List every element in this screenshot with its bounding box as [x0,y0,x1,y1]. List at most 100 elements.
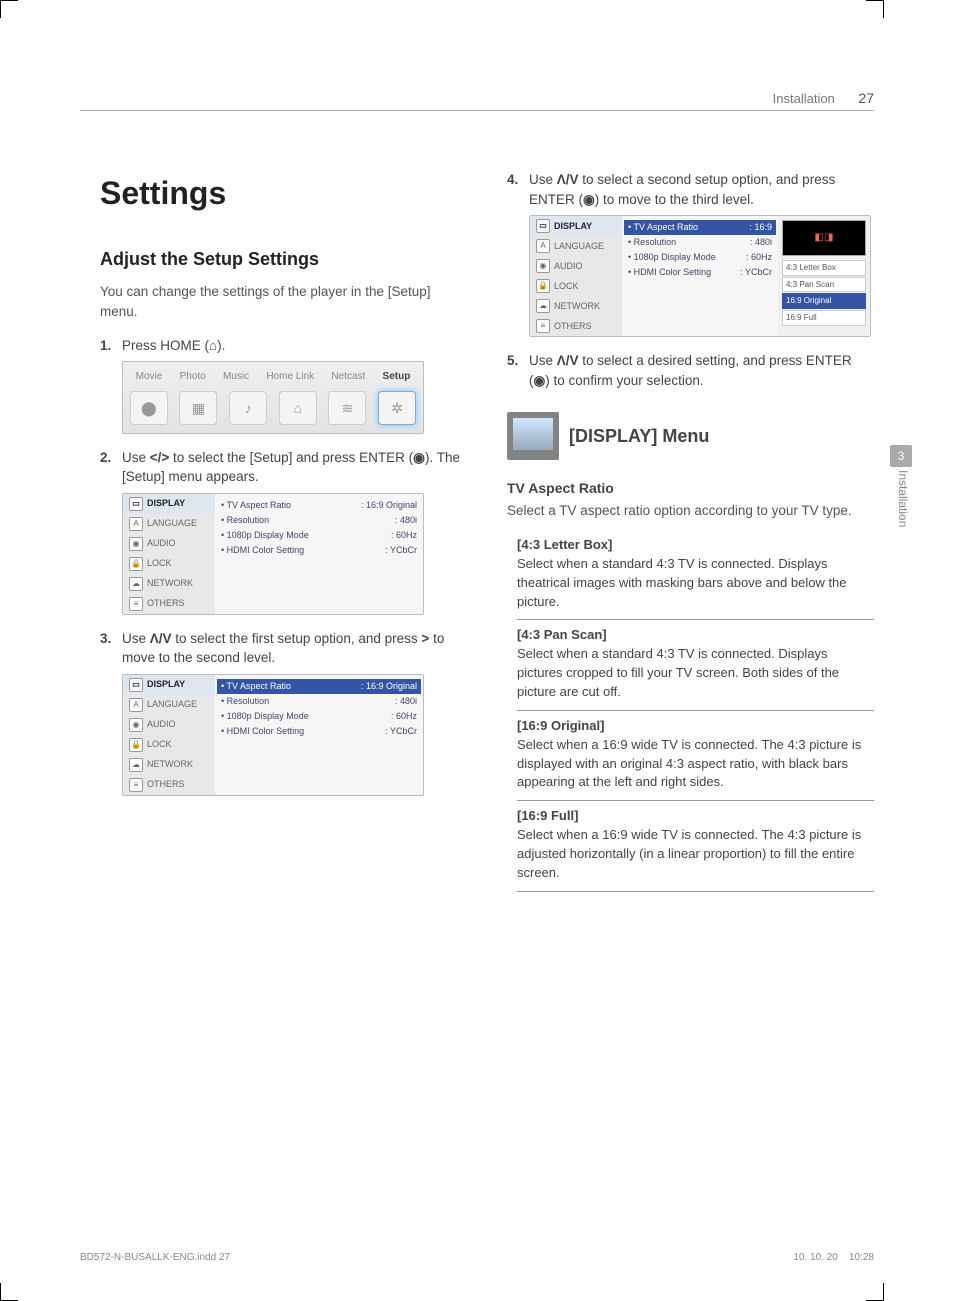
tv-aspect-title: TV Aspect Ratio [507,478,874,498]
preview-thumb: ◧◨ [782,220,866,256]
lock-icon: 🔒 [129,557,143,571]
up-down-icon: Λ/V [557,172,579,187]
step-text: Use Λ/V to select a second setup option,… [529,170,874,209]
language-icon: A [536,239,550,253]
tab-label: Photo [180,370,206,385]
up-down-icon: Λ/V [150,631,172,646]
sidebar-item-label: AUDIO [554,260,583,273]
lock-icon: 🔒 [536,279,550,293]
opt-val: : 480i [395,514,417,527]
opt-label: • HDMI Color Setting [221,544,304,557]
audio-icon: ◉ [536,259,550,273]
setup-menu-figure-a: ▭DISPLAY ALANGUAGE ◉AUDIO 🔒LOCK ☁NETWORK… [122,493,424,615]
opt-val: : YCbCr [740,266,772,279]
sidebar-item-label: LANGUAGE [147,517,197,530]
homelink-icon: ⌂ [279,391,317,425]
ratio-option: [16:9 Original] Select when a 16:9 wide … [517,711,874,801]
step-num: 3. [100,629,122,668]
sidebar-item-label: NETWORK [147,758,193,771]
display-icon: ▭ [129,497,143,511]
lock-icon: 🔒 [129,738,143,752]
setup-menu-figure-b: ▭DISPLAY ALANGUAGE ◉AUDIO 🔒LOCK ☁NETWORK… [122,674,424,796]
display-icon: ▭ [536,219,550,233]
opt-val: : 60Hz [391,529,417,542]
opt-val: : YCbCr [385,544,417,557]
sidebar-item-label: LOCK [554,280,579,293]
manual-page: Installation 27 3 Installation Settings … [0,0,954,1301]
step-num: 4. [507,170,529,209]
display-menu-heading: [DISPLAY] Menu [507,412,874,460]
others-icon: ≡ [129,778,143,792]
ratio-desc: Select when a 16:9 wide TV is connected.… [517,826,874,883]
page-title: Settings [100,170,467,216]
opt-label: • Resolution [628,236,676,249]
opt-label: • HDMI Color Setting [221,725,304,738]
sidebar-item-label: OTHERS [147,597,185,610]
footer-file: BD572-N-BUSALLK-ENG.indd 27 [80,1252,230,1263]
display-menu-label: [DISPLAY] Menu [569,423,709,449]
sidebar-item-label: LOCK [147,557,172,570]
intro-text: You can change the settings of the playe… [100,282,467,321]
header-section: Installation [773,91,835,106]
tab-label: Home Link [266,370,314,385]
sidebar-item-label: DISPLAY [554,220,592,233]
home-icons-row: ⬤ ▦ ♪ ⌂ ≋ ✲ [123,387,423,433]
setup-sidebar: ▭DISPLAY ALANGUAGE ◉AUDIO 🔒LOCK ☁NETWORK… [530,216,622,336]
opt-label: • TV Aspect Ratio [628,221,698,234]
network-icon: ☁ [129,758,143,772]
subsection-title: Adjust the Setup Settings [100,246,467,272]
display-icon: ▭ [129,678,143,692]
ratio-name: [16:9 Full] [517,807,874,826]
ratio-name: [16:9 Original] [517,717,874,736]
step-text: Press HOME (⌂). [122,336,467,356]
step-num: 5. [507,351,529,390]
home-tabs: Movie Photo Music Home Link Netcast Setu… [123,362,423,387]
left-right-icon: </> [150,450,170,465]
opt-label: • HDMI Color Setting [628,266,711,279]
movie-icon: ⬤ [130,391,168,425]
tab-label: Music [223,370,249,385]
header-rule [80,110,874,111]
tv-aspect-desc: Select a TV aspect ratio option accordin… [507,501,874,521]
step-4: 4. Use Λ/V to select a second setup opti… [507,170,874,209]
setup-options: • TV Aspect Ratio: 16:9 • Resolution: 48… [622,216,778,336]
enter-icon: ◉ [534,373,546,388]
ratio-name: [4:3 Letter Box] [517,536,874,555]
opt-val: : YCbCr [385,725,417,738]
opt-label: • 1080p Display Mode [221,710,309,723]
dropdown-option: 16:9 Original [782,293,866,309]
netcast-icon: ≋ [328,391,366,425]
ratio-desc: Select when a 16:9 wide TV is connected.… [517,736,874,793]
opt-label: • Resolution [221,514,269,527]
ratio-desc: Select when a standard 4:3 TV is connect… [517,555,874,612]
sidebar-item-label: AUDIO [147,537,176,550]
opt-val: : 60Hz [746,251,772,264]
ratio-name: [4:3 Pan Scan] [517,626,874,645]
audio-icon: ◉ [129,718,143,732]
sidebar-item-label: LANGUAGE [554,240,604,253]
opt-val: : 16:9 Original [361,499,417,512]
step-text: Use Λ/V to select a desired setting, and… [529,351,874,390]
sidebar-item-label: OTHERS [147,778,185,791]
language-icon: A [129,698,143,712]
aspect-dropdown-panel: ◧◨ 4:3 Letter Box 4:3 Pan Scan 16:9 Orig… [778,216,870,336]
sidebar-item-label: NETWORK [147,577,193,590]
network-icon: ☁ [129,577,143,591]
setup-icon: ✲ [378,391,416,425]
step-text: Use </> to select the [Setup] and press … [122,448,467,487]
step-text: Use Λ/V to select the first setup option… [122,629,467,668]
network-icon: ☁ [536,299,550,313]
opt-label: • 1080p Display Mode [628,251,716,264]
setup-options: • TV Aspect Ratio: 16:9 Original • Resol… [215,675,423,795]
audio-icon: ◉ [129,537,143,551]
others-icon: ≡ [129,597,143,611]
ratio-option: [4:3 Letter Box] Select when a standard … [517,530,874,620]
print-footer: BD572-N-BUSALLK-ENG.indd 27 10. 10. 20 1… [80,1252,874,1263]
home-icon: ⌂ [209,338,217,353]
step-2: 2. Use </> to select the [Setup] and pre… [100,448,467,487]
running-header: Installation 27 [773,90,874,106]
opt-val: : 16:9 Original [361,680,417,693]
right-column: 4. Use Λ/V to select a second setup opti… [507,170,874,892]
sidebar-item-label: LOCK [147,738,172,751]
opt-val: : 16:9 [749,221,772,234]
